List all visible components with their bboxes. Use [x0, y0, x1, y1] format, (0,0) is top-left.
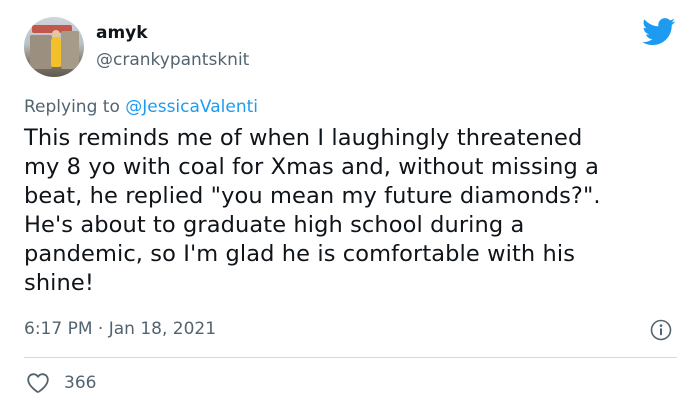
twitter-bird-icon[interactable]	[642, 18, 676, 46]
author-name[interactable]: amyk	[96, 22, 148, 44]
avatar[interactable]	[24, 17, 84, 77]
avatar-detail	[51, 37, 61, 67]
author-handle[interactable]: @crankypantsknit	[96, 49, 249, 71]
like-count: 366	[64, 373, 97, 393]
replying-prefix: Replying to	[24, 97, 126, 117]
avatar-detail	[30, 35, 52, 69]
replying-to: Replying to @JessicaValenti	[24, 96, 258, 118]
info-icon[interactable]	[650, 319, 672, 341]
reply-mention-link[interactable]: @JessicaValenti	[125, 97, 258, 117]
tweet-text: This reminds me of when I laughingly thr…	[24, 125, 601, 296]
tweet-timestamp[interactable]: 6:17 PM · Jan 18, 2021	[24, 318, 216, 340]
heart-icon[interactable]	[26, 372, 50, 394]
avatar-detail	[61, 31, 79, 69]
divider	[24, 357, 677, 358]
